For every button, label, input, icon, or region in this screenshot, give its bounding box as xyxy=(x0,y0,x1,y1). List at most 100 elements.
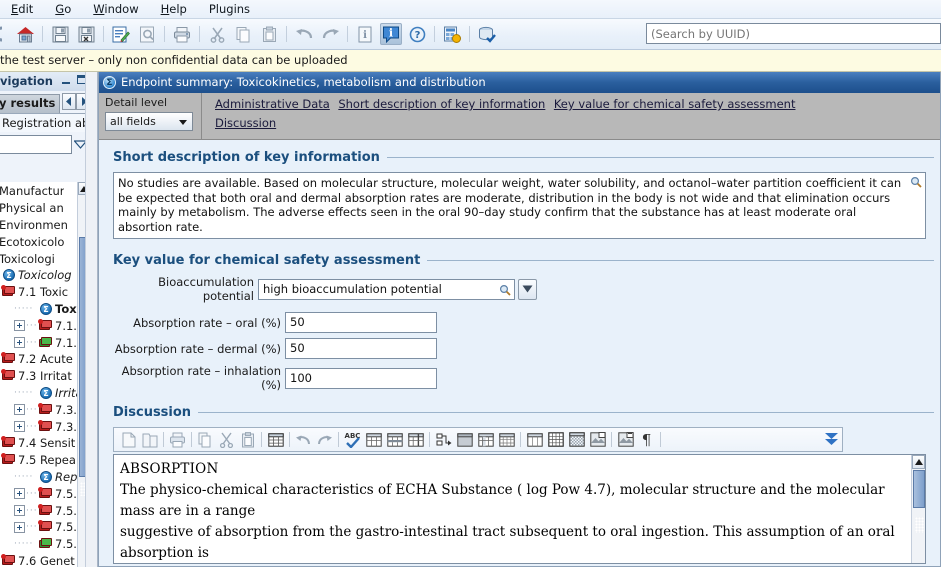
tree-item[interactable]: ··· 7.5.3 xyxy=(14,519,78,536)
link-discussion[interactable]: Discussion xyxy=(215,116,276,130)
detail-level-select[interactable]: all fields xyxy=(105,112,193,131)
home-icon[interactable] xyxy=(14,23,36,45)
tree-expander-icon[interactable] xyxy=(14,404,25,416)
tree-item[interactable]: 6 Ecotoxicolo xyxy=(0,233,78,250)
save-icon[interactable] xyxy=(49,23,71,45)
tree-item[interactable]: ··· 7.1.2 xyxy=(14,334,78,351)
table-column-icon[interactable] xyxy=(405,429,426,450)
tree-item[interactable]: ····· ΣIrritat xyxy=(14,385,78,402)
field-input-absorption-dermal[interactable]: 50 xyxy=(285,338,437,360)
paste-icon[interactable] xyxy=(258,23,280,45)
link-short-description[interactable]: Short description of key information xyxy=(338,97,545,111)
table-borders-icon[interactable] xyxy=(545,429,566,450)
tree-item[interactable]: 7 Toxicologi xyxy=(0,250,78,267)
scrollbar-grip[interactable] xyxy=(915,517,924,534)
save-as-icon[interactable] xyxy=(75,23,97,45)
back-icon[interactable] xyxy=(0,23,10,45)
pilcrow-icon[interactable]: ¶ xyxy=(636,429,657,450)
field-input-absorption-inhalation[interactable]: 100 xyxy=(285,367,437,389)
tree-item[interactable]: ··· 7.3.2 xyxy=(14,418,78,435)
navigation-tree[interactable]: 3 Manufactur 4 Physical an5 Environmen 6 E… xyxy=(0,182,78,567)
tree-item[interactable]: ··· 7.3.1 xyxy=(14,401,78,418)
discussion-editor[interactable]: ABSORPTION The physico-chemical character… xyxy=(113,454,926,565)
tree-item[interactable]: 4 Physical an xyxy=(0,200,78,217)
table-shading-icon[interactable] xyxy=(566,429,587,450)
spellcheck-icon[interactable]: ABC xyxy=(342,429,363,450)
table-header-icon[interactable] xyxy=(454,429,475,450)
paste-icon[interactable] xyxy=(237,429,258,450)
menu-item-edit[interactable]: EEditdit xyxy=(0,1,44,17)
undo-icon[interactable] xyxy=(293,23,315,45)
tree-item[interactable]: 7.2 Acute xyxy=(1,351,78,368)
undo-icon[interactable] xyxy=(293,429,314,450)
tree-item[interactable]: 7.6 Genet xyxy=(1,553,78,567)
copy-icon[interactable] xyxy=(195,429,216,450)
table-plain-icon[interactable] xyxy=(524,429,545,450)
menu-item-window[interactable]: Window xyxy=(82,1,149,17)
edit-icon[interactable] xyxy=(110,23,132,45)
scrollbar-thumb[interactable] xyxy=(913,470,925,509)
print-icon[interactable] xyxy=(171,23,193,45)
tree-expander-icon[interactable] xyxy=(14,320,25,332)
menu-item-plugins[interactable]: Plugins xyxy=(198,1,261,17)
tree-item[interactable]: 5 Environmen xyxy=(0,217,78,234)
tree-expander-icon[interactable] xyxy=(14,421,25,433)
print-icon[interactable] xyxy=(167,429,188,450)
tree-item[interactable]: ··· 7.1.1 xyxy=(14,317,78,334)
tree-item[interactable]: ····· ΣToxic xyxy=(14,301,78,318)
tab-query-results[interactable]: y results xyxy=(0,94,61,113)
tree-item[interactable]: 7.3 Irritat xyxy=(1,368,78,385)
menu-item-help[interactable]: Help xyxy=(150,1,198,17)
tree-item[interactable]: 3 Manufactur xyxy=(0,183,78,200)
panel-splitter[interactable] xyxy=(85,72,98,567)
info-icon[interactable]: i xyxy=(380,23,402,45)
field-input-absorption-oral[interactable]: 50 xyxy=(285,312,437,334)
tree-item[interactable]: Σ Toxicolog xyxy=(1,267,78,284)
open-document-icon[interactable] xyxy=(139,429,160,450)
tree-item[interactable]: ····· 7.5.4 xyxy=(14,536,78,553)
search-input[interactable] xyxy=(646,23,941,44)
tree-item[interactable]: ··· 7.5.2 xyxy=(14,502,78,519)
redo-icon[interactable] xyxy=(314,429,335,450)
new-document-icon[interactable] xyxy=(118,429,139,450)
report-icon[interactable] xyxy=(441,23,463,45)
redo-icon[interactable] xyxy=(319,23,341,45)
scroll-up-icon[interactable] xyxy=(912,455,925,470)
tree-item[interactable]: 7.1 Toxic xyxy=(1,284,78,301)
preview-icon[interactable] xyxy=(136,23,158,45)
tree-item[interactable]: ····· ΣRepea xyxy=(14,469,78,486)
table-banded-icon[interactable] xyxy=(475,429,496,450)
expand-toolbar-icon[interactable] xyxy=(821,429,842,450)
tree-expander-icon[interactable] xyxy=(14,337,25,349)
copy-icon[interactable] xyxy=(232,23,254,45)
tree-expander-icon[interactable] xyxy=(14,488,25,500)
link-key-value[interactable]: Key value for chemical safety assessment xyxy=(554,97,796,111)
field-input-bioaccumulation[interactable]: high bioaccumulation potential xyxy=(258,278,515,300)
navigation-filter-input[interactable] xyxy=(0,134,72,154)
tree-expander-icon[interactable] xyxy=(14,521,25,533)
tab-scroll-left-icon[interactable] xyxy=(62,93,76,110)
short-description-textarea[interactable]: No studies are available. Based on molec… xyxy=(113,172,926,240)
minimize-icon[interactable] xyxy=(60,74,73,86)
table-row-icon[interactable] xyxy=(363,429,384,450)
document-info-icon[interactable]: i xyxy=(354,23,376,45)
indent-icon[interactable] xyxy=(433,429,454,450)
cut-icon[interactable] xyxy=(206,23,228,45)
magnifier-icon[interactable] xyxy=(910,176,922,188)
tree-expander-icon[interactable] xyxy=(14,505,25,517)
menu-item-go[interactable]: Go xyxy=(44,1,82,17)
table-grid-icon[interactable] xyxy=(496,429,517,450)
tree-item[interactable]: ··· 7.5.1 xyxy=(14,485,78,502)
tree-item[interactable]: 7.4 Sensit xyxy=(1,435,78,452)
image-insert-icon[interactable] xyxy=(587,429,608,450)
discussion-scrollbar[interactable] xyxy=(911,455,925,564)
image-edit-icon[interactable] xyxy=(615,429,636,450)
database-validate-icon[interactable] xyxy=(476,23,498,45)
help-icon[interactable]: ? xyxy=(406,23,428,45)
tree-item[interactable]: 7.5 Repea xyxy=(1,452,78,469)
magnifier-icon[interactable] xyxy=(499,284,511,296)
link-administrative-data[interactable]: Administrative Data xyxy=(215,97,330,111)
table-split-icon[interactable] xyxy=(384,429,405,450)
insert-table-icon[interactable] xyxy=(265,429,286,450)
cut-icon[interactable] xyxy=(216,429,237,450)
